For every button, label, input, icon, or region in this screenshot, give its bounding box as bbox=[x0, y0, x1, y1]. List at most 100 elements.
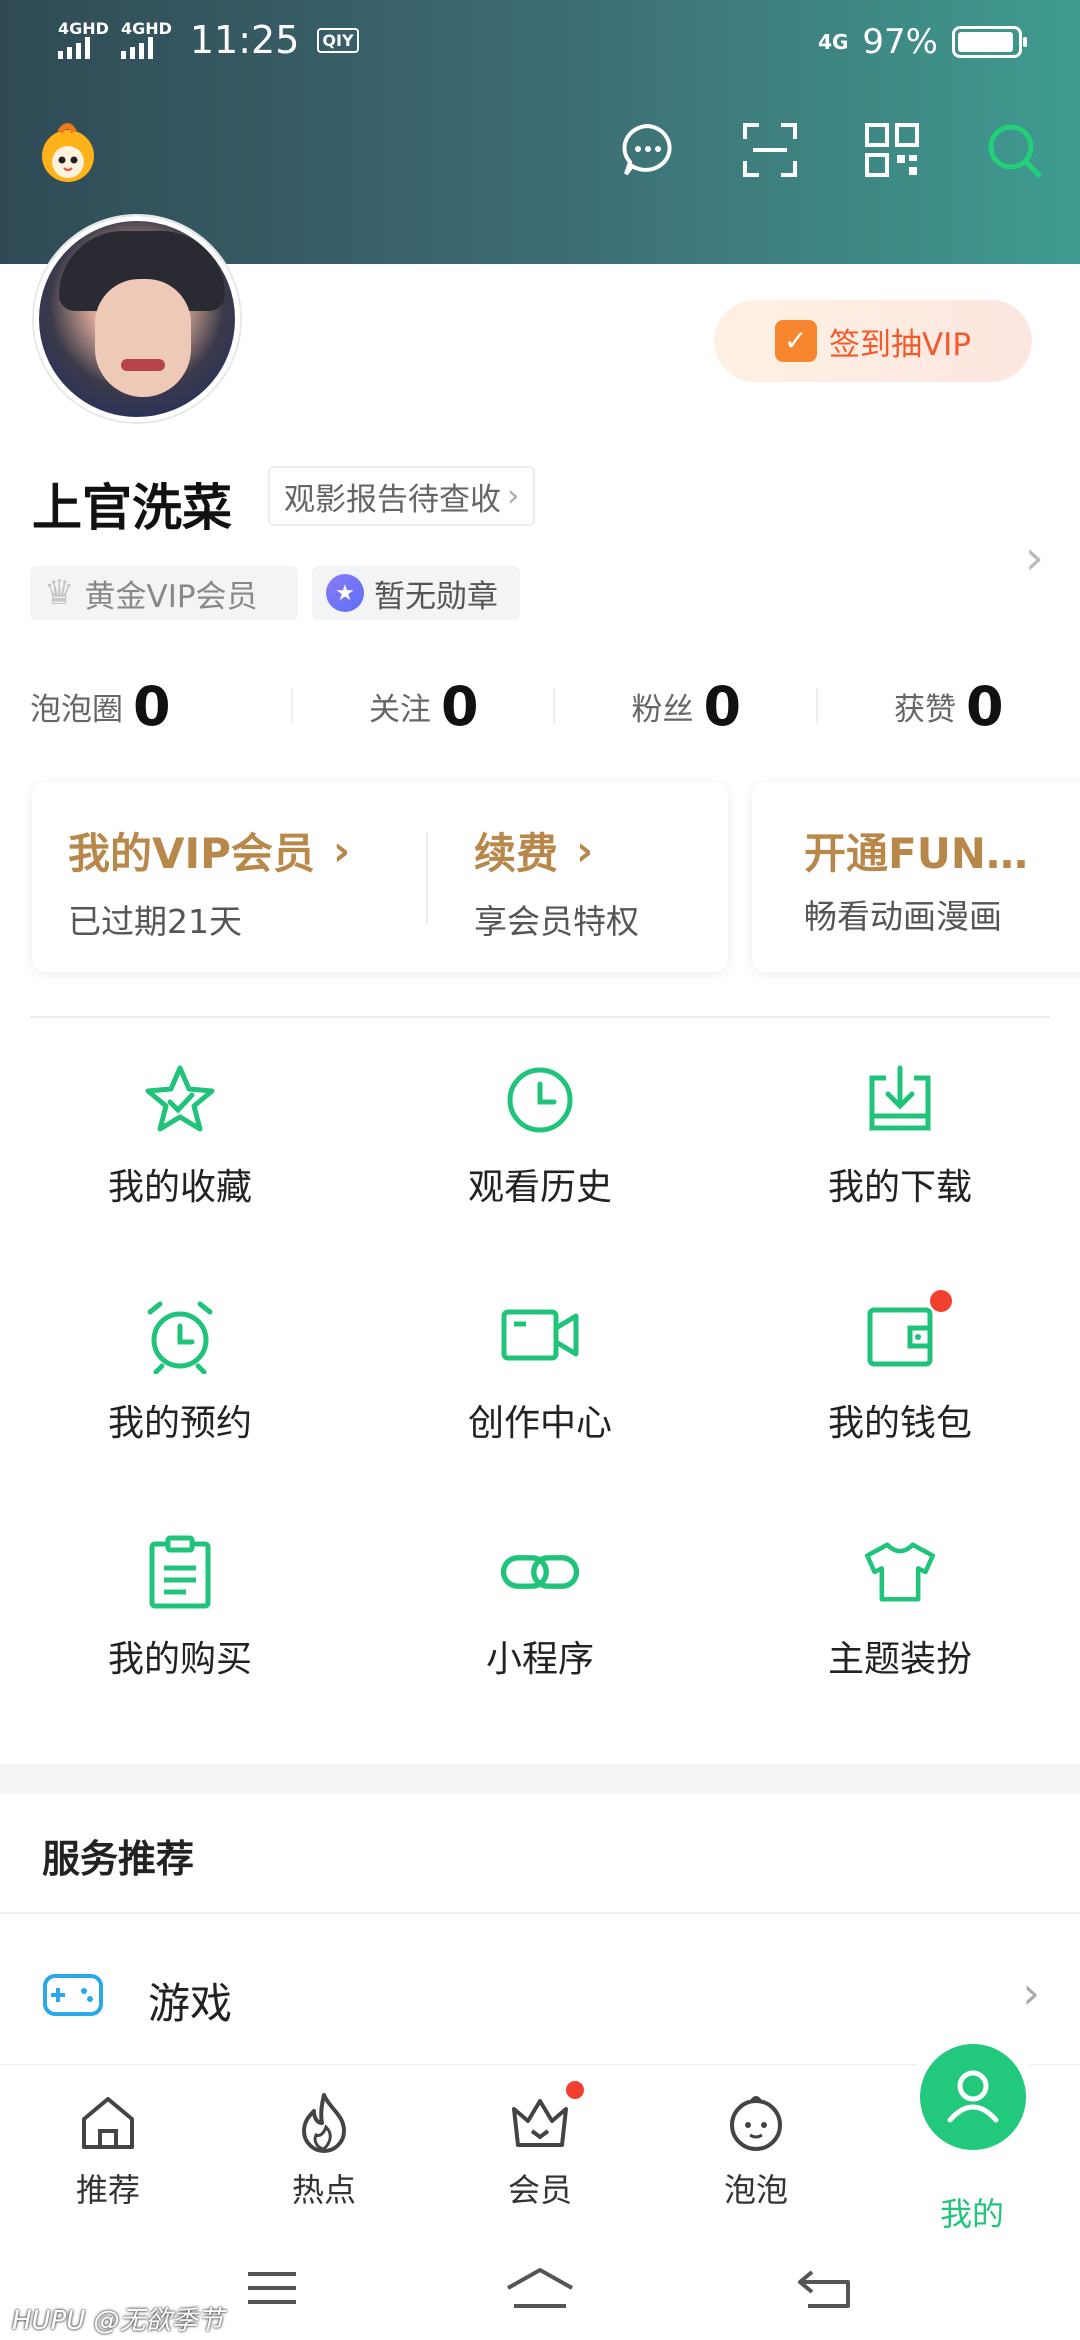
chevron-right-icon: › bbox=[332, 826, 351, 875]
stat-value: 0 bbox=[133, 674, 171, 738]
chevron-right-icon: › bbox=[1022, 1968, 1040, 2019]
alarm-clock-icon bbox=[140, 1296, 220, 1376]
profile-chevron-right-icon[interactable]: › bbox=[1025, 530, 1044, 586]
grid-item-mini-programs[interactable]: 小程序 bbox=[360, 1532, 720, 1712]
renew-title: 续费 bbox=[474, 829, 559, 878]
my-vip-title: 我的VIP会员 bbox=[68, 829, 315, 878]
home-button-icon[interactable] bbox=[500, 2258, 580, 2318]
back-icon[interactable] bbox=[784, 2258, 864, 2318]
stat-label: 粉丝 bbox=[631, 691, 694, 728]
nav-me-active-bubble[interactable] bbox=[920, 2044, 1026, 2150]
download-icon bbox=[860, 1060, 940, 1140]
nav-label: 我的 bbox=[939, 2195, 1004, 2233]
service-row-games[interactable]: 游戏 › bbox=[0, 1940, 1080, 2060]
nav-item-recommend[interactable]: 推荐 bbox=[0, 2065, 216, 2241]
services-title: 服务推荐 bbox=[42, 1837, 195, 1881]
signal-bars-icon bbox=[58, 37, 90, 59]
stat-value: 0 bbox=[703, 674, 742, 738]
clock: 11:25 bbox=[189, 18, 300, 62]
viewing-report-label: 观影报告待查收 bbox=[284, 481, 501, 518]
grid-item-label: 我的钱包 bbox=[827, 1403, 972, 1444]
vip-card-divider bbox=[426, 832, 428, 924]
home-icon bbox=[72, 2087, 144, 2159]
divider bbox=[0, 1912, 1080, 1914]
network-type-right: 4G bbox=[818, 30, 849, 54]
stat-label: 获赞 bbox=[893, 691, 956, 728]
search-icon[interactable] bbox=[982, 118, 1046, 182]
mascot-icon[interactable] bbox=[34, 118, 102, 186]
notification-dot bbox=[930, 1290, 952, 1312]
grid-item-label: 小程序 bbox=[485, 1639, 594, 1680]
watermark: HUPU @无欲季节 bbox=[12, 2306, 224, 2336]
grid-item-themes[interactable]: 主题装扮 bbox=[720, 1532, 1080, 1712]
video-camera-icon bbox=[500, 1296, 580, 1376]
my-vip-section[interactable]: 我的VIP会员 › 已过期21天 bbox=[68, 820, 350, 943]
avatar[interactable] bbox=[34, 216, 240, 422]
gamepad-icon bbox=[42, 1970, 104, 2024]
grid-item-label: 我的收藏 bbox=[107, 1167, 252, 1208]
nav-label: 推荐 bbox=[75, 2171, 140, 2209]
fun-title: 开通FUN… bbox=[804, 829, 1028, 878]
battery-icon bbox=[952, 26, 1027, 58]
grid-item-label: 我的预约 bbox=[107, 1403, 252, 1444]
grid-item-label: 我的购买 bbox=[107, 1639, 252, 1680]
signal-1: 4GHD bbox=[58, 21, 109, 59]
renew-section[interactable]: 续费 › 享会员特权 bbox=[474, 820, 639, 943]
stat-label: 关注 bbox=[368, 691, 431, 728]
fun-card[interactable]: 开通FUN… 畅看动画漫画 bbox=[752, 782, 1080, 972]
viewing-report-tag[interactable]: 观影报告待查收 › bbox=[268, 466, 536, 526]
message-icon[interactable] bbox=[616, 118, 680, 182]
grid-item-reservations[interactable]: 我的预约 bbox=[0, 1296, 360, 1476]
medal-icon: ★ bbox=[326, 574, 364, 612]
medal-badge[interactable]: ★ 暂无勋章 bbox=[312, 566, 520, 620]
my-vip-status: 已过期21天 bbox=[68, 902, 242, 941]
tshirt-icon bbox=[860, 1532, 940, 1612]
stat-following[interactable]: 关注 0 bbox=[293, 666, 556, 746]
vip-level-label: 黄金VIP会员 bbox=[84, 578, 258, 615]
checkin-label: 签到抽VIP bbox=[828, 326, 972, 363]
nav-item-vip[interactable]: 会员 bbox=[432, 2065, 648, 2241]
crown-icon: ♛ bbox=[44, 573, 75, 613]
network-type-2: 4GHD bbox=[120, 19, 172, 38]
grid-item-downloads[interactable]: 我的下载 bbox=[720, 1060, 1080, 1240]
stat-fans[interactable]: 粉丝 0 bbox=[555, 666, 818, 746]
renew-sub: 享会员特权 bbox=[474, 902, 639, 941]
grid-item-favorites[interactable]: 我的收藏 bbox=[0, 1060, 360, 1240]
menu-icon[interactable] bbox=[232, 2258, 312, 2318]
calendar-check-icon bbox=[774, 320, 817, 362]
username[interactable]: 上官洗菜 bbox=[32, 468, 232, 540]
nav-label: 热点 bbox=[291, 2171, 356, 2209]
grid-item-wallet[interactable]: 我的钱包 bbox=[720, 1290, 1080, 1476]
bubble-face-icon bbox=[720, 2087, 792, 2159]
nav-label: 会员 bbox=[507, 2171, 572, 2209]
nav-item-bubble[interactable]: 泡泡 bbox=[648, 2065, 864, 2241]
status-bar: 4GHD 4GHD 11:25 QIY 4G 97% bbox=[0, 0, 1080, 84]
grid-item-label: 我的下载 bbox=[827, 1167, 972, 1208]
grid-item-label: 创作中心 bbox=[467, 1403, 612, 1444]
stat-value: 0 bbox=[440, 674, 479, 738]
network-type-1: 4GHD bbox=[58, 19, 109, 38]
checkin-vip-button[interactable]: 签到抽VIP bbox=[714, 300, 1032, 382]
stat-value: 0 bbox=[965, 674, 1004, 738]
star-icon bbox=[140, 1060, 220, 1140]
grid-item-creator-center[interactable]: 创作中心 bbox=[360, 1296, 720, 1476]
nav-label: 泡泡 bbox=[723, 2171, 788, 2209]
stats-row: 泡泡圈 0 关注 0 粉丝 0 获赞 0 bbox=[0, 666, 1080, 746]
clipboard-icon bbox=[140, 1532, 220, 1612]
user-icon bbox=[942, 2064, 1004, 2130]
scan-icon[interactable] bbox=[738, 118, 802, 182]
qrcode-icon[interactable] bbox=[860, 118, 924, 182]
bottom-nav: 推荐 热点 会员 泡泡 我的 bbox=[0, 2064, 1080, 2240]
grid-item-purchases[interactable]: 我的购买 bbox=[0, 1532, 360, 1712]
section-gap bbox=[0, 1764, 1080, 1794]
signal-2: 4GHD bbox=[120, 19, 172, 59]
stat-bubble-circle[interactable]: 泡泡圈 0 bbox=[0, 666, 293, 746]
nav-item-hot[interactable]: 热点 bbox=[216, 2065, 432, 2241]
vip-level-badge[interactable]: ♛ 黄金VIP会员 bbox=[30, 566, 298, 620]
stat-label: 泡泡圈 bbox=[30, 691, 123, 728]
clock-icon bbox=[500, 1060, 580, 1140]
grid-item-history[interactable]: 观看历史 bbox=[360, 1060, 720, 1240]
flame-icon bbox=[288, 2087, 360, 2159]
stat-likes[interactable]: 获赞 0 bbox=[818, 666, 1080, 746]
vip-card: 我的VIP会员 › 已过期21天 续费 › 享会员特权 bbox=[32, 782, 728, 972]
